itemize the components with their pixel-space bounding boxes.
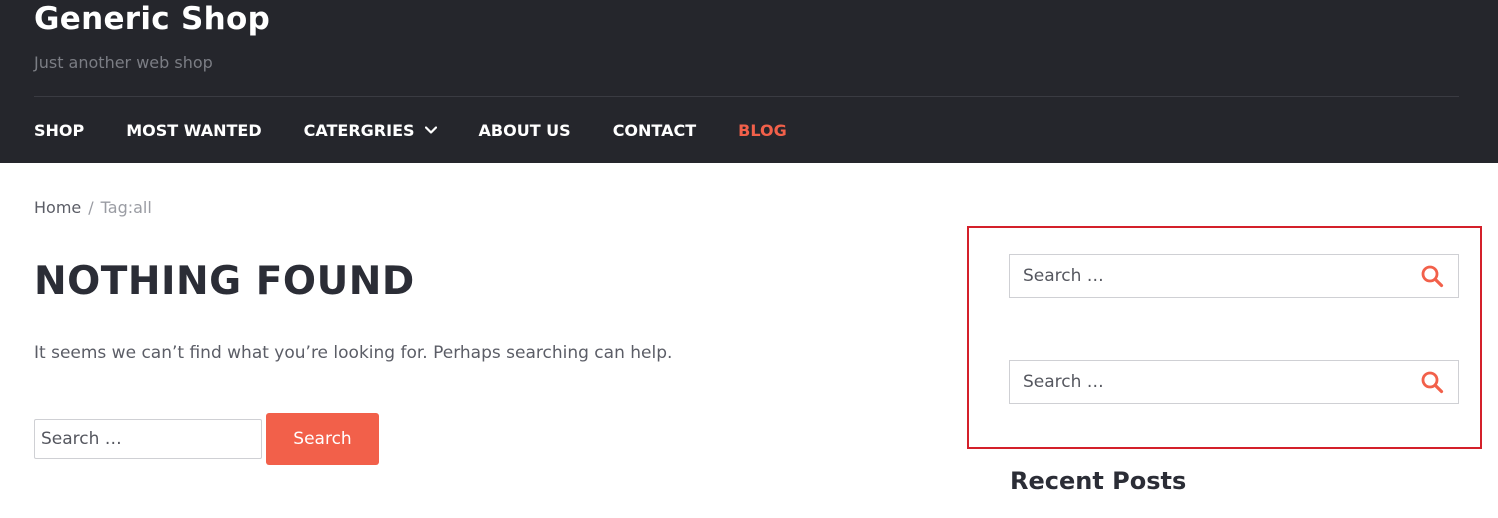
nav-item-label: CONTACT (612, 120, 697, 140)
nav-item-most-wanted[interactable]: MOST WANTED (126, 121, 261, 140)
breadcrumb-home-link[interactable]: Home (34, 198, 81, 217)
nav-item-label: BLOG (738, 120, 787, 140)
nav-item-categories[interactable]: CATERGRIES (304, 121, 437, 140)
main-search-button[interactable]: Search (266, 413, 379, 465)
sidebar-search-input[interactable] (1010, 361, 1410, 403)
main-search-input[interactable] (34, 419, 262, 459)
nav-item-label: SHOP (34, 120, 85, 140)
page-title: NOTHING FOUND (34, 259, 415, 304)
nav-item-about-us[interactable]: ABOUT US (479, 121, 571, 140)
nav-item-label: CATERGRIES (303, 120, 415, 140)
sidebar-search-input[interactable] (1010, 255, 1410, 297)
header-divider (34, 96, 1459, 97)
site-tagline: Just another web shop (34, 53, 213, 72)
no-results-message: It seems we can’t find what you’re looki… (34, 343, 673, 363)
nav-item-label: ABOUT US (478, 120, 571, 140)
nav-item-contact[interactable]: CONTACT (613, 121, 696, 140)
search-icon[interactable] (1420, 264, 1444, 288)
breadcrumb-current: Tag:all (100, 198, 152, 217)
nav-item-shop[interactable]: SHOP (34, 121, 84, 140)
chevron-down-icon (424, 126, 437, 134)
sidebar-search-widget (1009, 254, 1459, 298)
breadcrumb: Home / Tag:all (34, 198, 152, 217)
search-icon[interactable] (1420, 370, 1444, 394)
site-header: Generic Shop Just another web shop SHOP … (0, 0, 1498, 163)
sidebar-search-widget (1009, 360, 1459, 404)
recent-posts-heading: Recent Posts (1010, 467, 1187, 495)
breadcrumb-separator: / (88, 198, 94, 217)
nav-item-label: MOST WANTED (126, 120, 262, 140)
site-title[interactable]: Generic Shop (34, 1, 270, 37)
nav-item-blog[interactable]: BLOG (738, 121, 787, 140)
main-nav: SHOP MOST WANTED CATERGRIES ABOUT US CON… (34, 119, 829, 141)
